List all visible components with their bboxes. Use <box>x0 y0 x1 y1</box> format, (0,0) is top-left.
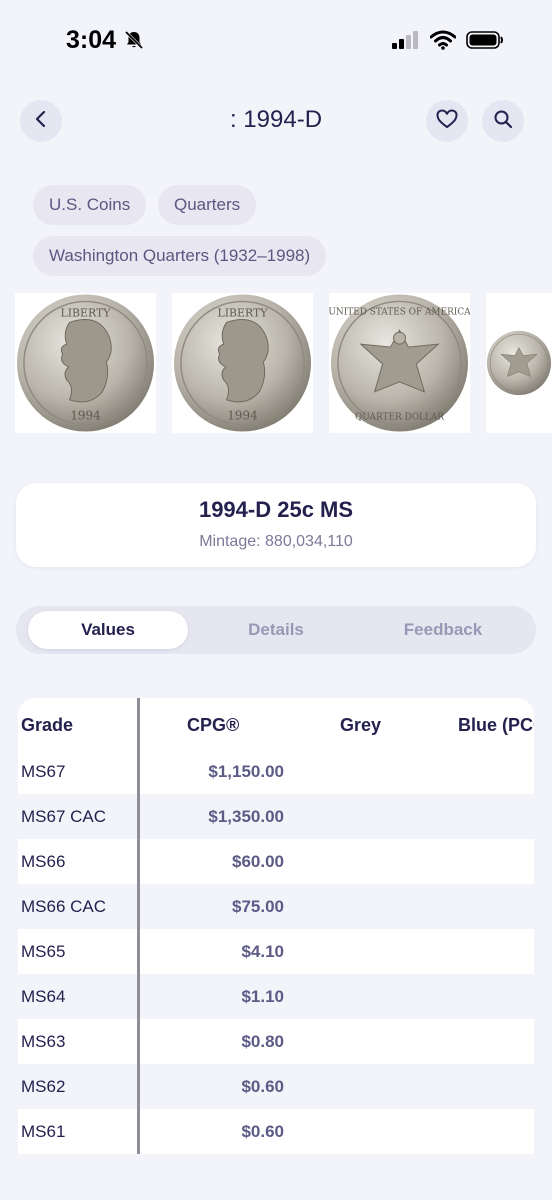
svg-text:1994: 1994 <box>227 409 257 423</box>
grade-cell: MS63 <box>21 1031 66 1051</box>
mintage-label: Mintage: <box>199 533 261 550</box>
status-time: 3:04 <box>66 26 117 54</box>
coin-name: 1994-D 25c MS <box>198 497 354 522</box>
search-icon <box>493 109 513 134</box>
bell-slash-icon <box>124 30 144 50</box>
cpg-value-cell: $0.60 <box>241 1121 284 1141</box>
favorite-button[interactable] <box>426 100 468 142</box>
svg-text:1994: 1994 <box>70 409 100 423</box>
column-header-cpg[interactable]: CPG® <box>187 698 239 752</box>
grade-cell: MS65 <box>21 941 66 961</box>
column-header-grey[interactable]: Grey <box>340 698 381 752</box>
heart-icon <box>436 109 458 134</box>
cpg-value-cell: $75.00 <box>232 896 284 916</box>
coin-image-obverse[interactable]: LIBERTY 1994 <box>15 293 156 433</box>
column-header-blue[interactable]: Blue (PCG <box>458 698 534 752</box>
wifi-icon <box>429 30 457 55</box>
column-header-grade[interactable]: Grade <box>21 698 73 752</box>
tab-details[interactable]: Details <box>196 611 356 649</box>
svg-text:QUARTER DOLLAR: QUARTER DOLLAR <box>355 413 444 423</box>
table-row[interactable]: MS67 CAC $1,350.00 <box>18 794 534 839</box>
grade-cell: MS66 CAC <box>21 896 107 916</box>
cpg-value-cell: $0.60 <box>241 1076 284 1096</box>
table-row[interactable]: MS67 $1,150.00 <box>18 749 534 794</box>
coin-image-obverse[interactable]: LIBERTY 1994 <box>172 293 313 433</box>
coin-image-reverse[interactable] <box>486 293 552 433</box>
tab-bar: Values Details Feedback <box>16 606 536 654</box>
svg-text:UNITED STATES OF AMERICA: UNITED STATES OF AMERICA <box>329 307 470 317</box>
status-bar: 3:04 <box>0 0 552 80</box>
svg-text:LIBERTY: LIBERTY <box>60 306 111 319</box>
tab-values[interactable]: Values <box>28 611 188 649</box>
table-row[interactable]: MS65 $4.10 <box>18 929 534 974</box>
cpg-value-cell: $1,150.00 <box>208 761 284 781</box>
cpg-value-cell: $1.10 <box>241 986 284 1006</box>
grade-cell: MS62 <box>21 1076 66 1096</box>
breadcrumb-chip[interactable]: Washington Quarters (1932–1998) <box>33 236 327 276</box>
table-row[interactable]: MS63 $0.80 <box>18 1019 534 1064</box>
table-row[interactable]: MS66 $60.00 <box>18 839 534 884</box>
coin-image-reverse[interactable]: UNITED STATES OF AMERICA QUARTER DOLLAR <box>329 293 470 433</box>
values-table[interactable]: Grade CPG® Grey Blue (PCG MS67 $1,150.00… <box>18 698 534 1154</box>
cpg-value-cell: $4.10 <box>241 941 284 961</box>
cpg-value-cell: $1,350.00 <box>208 806 284 826</box>
svg-text:LIBERTY: LIBERTY <box>217 306 268 319</box>
tab-feedback[interactable]: Feedback <box>363 611 523 649</box>
cpg-value-cell: $60.00 <box>232 851 284 871</box>
cpg-value-cell: $0.80 <box>241 1031 284 1051</box>
table-row[interactable]: MS62 $0.60 <box>18 1064 534 1109</box>
breadcrumb-chip[interactable]: Quarters <box>158 185 257 225</box>
grade-cell: MS61 <box>21 1121 66 1141</box>
table-row[interactable]: MS61 $0.60 <box>18 1109 534 1154</box>
table-row[interactable]: MS66 CAC $75.00 <box>18 884 534 929</box>
search-button[interactable] <box>482 100 524 142</box>
battery-icon <box>466 30 504 55</box>
grade-cell: MS64 <box>21 986 66 1006</box>
mintage-value: 880,034,110 <box>265 533 353 550</box>
cellular-icon <box>392 31 420 54</box>
frozen-column-divider <box>137 698 140 1154</box>
grade-cell: MS66 <box>21 851 66 871</box>
grade-cell: MS67 CAC <box>21 806 107 826</box>
page-title: : 1994-D <box>229 106 323 133</box>
grade-cell: MS67 <box>21 761 66 781</box>
coin-info-card: 1994-D 25c MS Mintage: 880,034,110 <box>16 483 536 567</box>
table-row[interactable]: MS64 $1.10 <box>18 974 534 1019</box>
mintage-line: Mintage: 880,034,110 <box>16 533 536 551</box>
breadcrumb-chip[interactable]: U.S. Coins <box>33 185 147 225</box>
